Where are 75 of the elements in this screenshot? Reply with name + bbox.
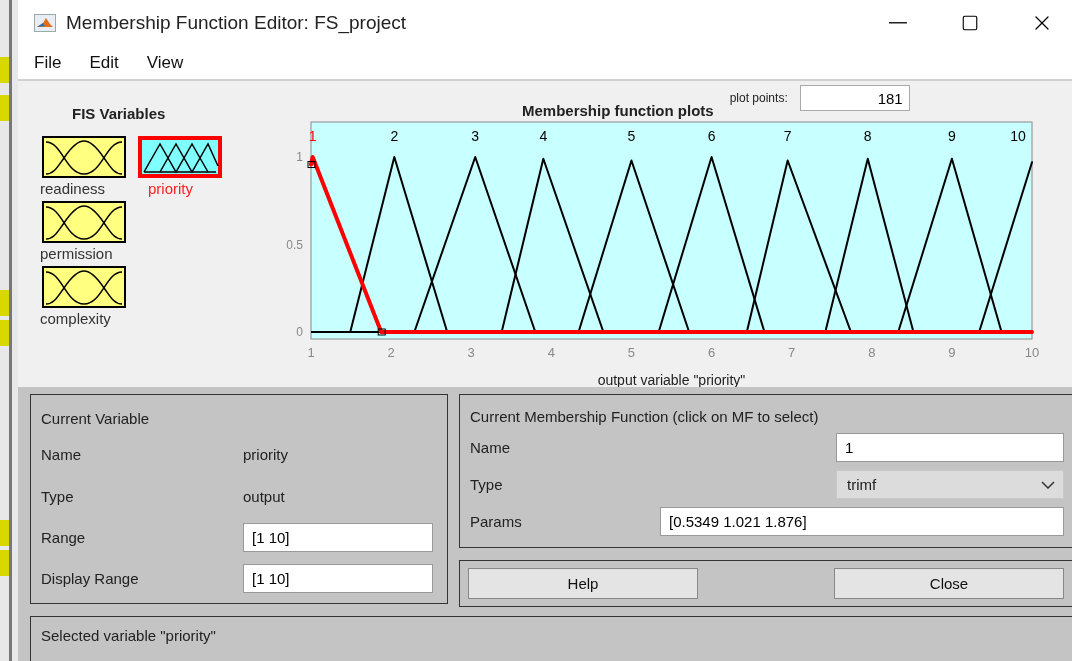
membership-curve[interactable] <box>657 155 766 333</box>
x-tick-label: 5 <box>627 344 636 360</box>
close-button[interactable]: Close <box>834 568 1064 599</box>
membership-curve[interactable] <box>413 155 537 333</box>
field-label: Range <box>41 529 87 546</box>
plot-points-label: plot points: <box>729 91 788 105</box>
x-tick-label: 9 <box>948 344 956 360</box>
variable-label: priority <box>148 180 193 197</box>
app-logo-icon <box>34 14 56 32</box>
y-tick-label: 0.5 <box>286 237 303 252</box>
field-value: priority <box>243 445 289 463</box>
mf-type-dropdown[interactable]: trimf <box>836 470 1064 499</box>
params-field[interactable]: [0.5349 1.021 1.876] <box>660 507 1064 536</box>
curve-label: 5 <box>627 127 636 144</box>
menu-item[interactable]: View <box>146 52 184 73</box>
membership-curve[interactable] <box>309 154 1034 334</box>
chevron-down-icon <box>1041 480 1055 489</box>
membership-curve[interactable] <box>500 157 605 333</box>
panel-title: Current Membership Function (click on MF to select) <box>470 407 820 425</box>
field-label: Type <box>41 487 75 505</box>
fis-variables-title: FIS Variables <box>72 105 167 122</box>
field-label: Display Range <box>41 570 140 587</box>
curve-label: 4 <box>539 127 548 144</box>
x-tick-label: 6 <box>707 344 716 360</box>
field-label: Name <box>470 439 511 456</box>
curve-label: 9 <box>948 127 956 144</box>
curve-label: 2 <box>390 127 399 144</box>
variable-label: permission <box>40 245 113 262</box>
maximize-icon <box>961 14 979 32</box>
field-value: output <box>243 487 286 505</box>
vertex-marker[interactable] <box>377 328 386 336</box>
membership-curve[interactable] <box>824 157 915 333</box>
x-tick-label: 4 <box>547 344 555 360</box>
help-button[interactable]: Help <box>468 568 698 599</box>
curve-label: 10 <box>1010 127 1026 144</box>
plot-points-field[interactable]: 181 <box>799 85 910 111</box>
vertex-marker[interactable] <box>307 160 316 168</box>
range-field[interactable]: [1 10] <box>243 523 433 552</box>
membership-curve[interactable] <box>978 161 1033 333</box>
curve-label: 1 <box>308 127 317 144</box>
curve-label: 6 <box>707 127 716 144</box>
membership-curve[interactable] <box>577 159 691 333</box>
display-range-field[interactable]: [1 10] <box>243 564 433 593</box>
panel-title: Current Variable <box>41 409 151 427</box>
curve-label: 8 <box>863 127 872 144</box>
y-tick-label: 0 <box>296 324 303 339</box>
x-tick-label: 3 <box>467 344 475 360</box>
field-label: Name <box>41 445 82 463</box>
chart-title: Membership function plots <box>522 101 714 119</box>
minimize-icon <box>889 22 907 24</box>
y-tick-label: 1 <box>296 149 303 164</box>
menu-item[interactable]: Edit <box>89 52 119 73</box>
variable-label: complexity <box>40 310 111 327</box>
x-tick-label: 8 <box>868 344 876 360</box>
field-label: Params <box>470 513 523 530</box>
window-title: Membership Function Editor: FS_project <box>66 12 408 34</box>
mf-name-field[interactable]: 1 <box>836 433 1064 462</box>
input-variable-icon[interactable] <box>42 136 126 178</box>
x-tick-label: 7 <box>788 344 796 360</box>
variable-label: readiness <box>40 180 106 197</box>
x-tick-label: 1 <box>307 344 315 360</box>
membership-curve[interactable] <box>897 157 1003 333</box>
membership-curve[interactable] <box>349 155 449 333</box>
x-axis-label: output variable "priority" <box>597 371 746 387</box>
output-variable-icon[interactable] <box>138 136 222 178</box>
x-tick-label: 10 <box>1024 344 1040 360</box>
membership-curve[interactable] <box>745 159 852 333</box>
field-label: Type <box>470 476 504 493</box>
input-variable-icon[interactable] <box>42 201 126 243</box>
input-variable-icon[interactable] <box>42 266 126 308</box>
curve-label: 3 <box>471 127 480 144</box>
status-text: Selected variable "priority" <box>41 627 216 644</box>
menu-item[interactable]: File <box>34 52 62 73</box>
curve-label: 7 <box>783 127 792 144</box>
x-tick-label: 2 <box>387 344 395 360</box>
